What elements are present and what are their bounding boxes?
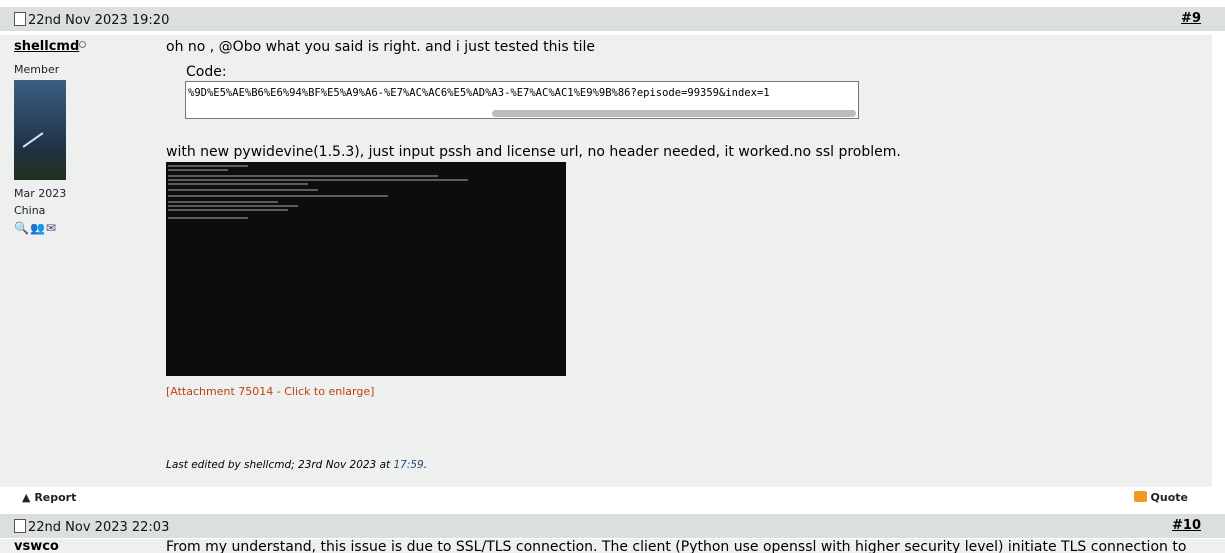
post-date-text: 22nd Nov 2023 22:03 [28, 520, 170, 535]
post-number-link[interactable]: #10 [1172, 518, 1201, 533]
post-number-link[interactable]: #9 [1181, 11, 1201, 26]
next-post-preview: vswco From my understand, this issue is … [0, 539, 1225, 553]
user-role: Member [14, 63, 60, 76]
quote-button[interactable]: Quote [1133, 491, 1188, 504]
post-header-bar: 22nd Nov 2023 22:03 #10 [0, 514, 1225, 538]
post-header-bar: 22nd Nov 2023 19:20 #9 [0, 7, 1225, 31]
join-date: Mar 2023 [14, 187, 67, 200]
report-label: Report [34, 491, 77, 504]
post-date-text: 22nd Nov 2023 19:20 [28, 13, 170, 28]
edit-note: Last edited by shellcmd; 23rd Nov 2023 a… [166, 459, 427, 471]
offline-status-icon [79, 41, 86, 48]
search-icon[interactable]: 🔍 [14, 221, 30, 235]
mail-icon[interactable]: ✉ [46, 221, 57, 235]
quote-label: Quote [1150, 491, 1188, 504]
profile-icon[interactable]: 👥 [30, 221, 46, 235]
document-icon [14, 519, 26, 533]
post-text-line: From my understand, this issue is due to… [166, 539, 1187, 553]
attachment-thumbnail[interactable] [166, 162, 566, 376]
edit-note-time: 17:59 [393, 459, 424, 471]
forum-thread: 22nd Nov 2023 19:20 #9 shellcmd Member M… [0, 0, 1225, 553]
user-location: China [14, 204, 46, 217]
code-block[interactable]: %9D%E5%AE%B6%E6%94%BF%E5%A9%A6-%E7%AC%AC… [185, 81, 859, 119]
code-text: %9D%E5%AE%B6%E6%94%BF%E5%A9%A6-%E7%AC%AC… [188, 87, 770, 99]
post-date: 22nd Nov 2023 22:03 [14, 519, 169, 535]
username-link[interactable]: vswco [14, 539, 59, 553]
attachment-link[interactable]: [Attachment 75014 - Click to enlarge] [166, 385, 374, 398]
code-label: Code: [186, 64, 227, 80]
post-date: 22nd Nov 2023 19:20 [14, 12, 169, 28]
user-action-icons: 🔍👥✉ [14, 221, 57, 235]
avatar[interactable] [14, 80, 66, 180]
username-link[interactable]: shellcmd [14, 39, 79, 54]
report-button[interactable]: ▲ Report [22, 491, 76, 504]
warning-icon: ▲ [22, 491, 31, 504]
post-text-line: oh no , @Obo what you said is right. and… [166, 39, 595, 55]
document-icon [14, 12, 26, 26]
edit-note-text: Last edited by shellcmd; 23rd Nov 2023 a… [166, 459, 394, 471]
quote-icon [1133, 491, 1147, 502]
edit-note-suffix: . [423, 459, 428, 471]
horizontal-scrollbar[interactable] [492, 110, 856, 117]
post-text-line: with new pywidevine(1.5.3), just input p… [166, 144, 901, 160]
